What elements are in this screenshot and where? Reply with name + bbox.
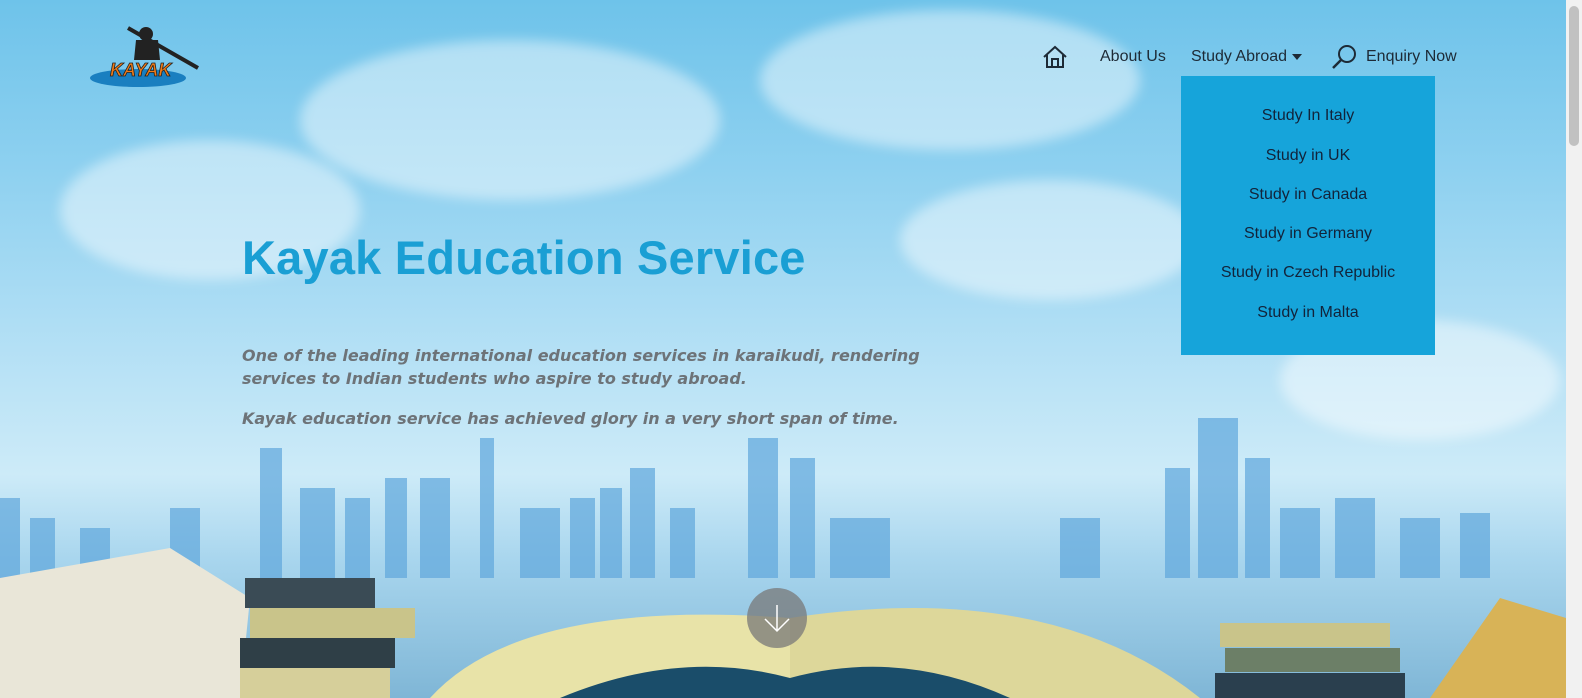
dropdown-item-malta[interactable]: Study in Malta <box>1181 304 1435 322</box>
study-abroad-dropdown: Study In Italy Study in UK Study in Cana… <box>1181 76 1435 355</box>
cloud <box>760 10 1140 150</box>
scrollbar-thumb[interactable] <box>1569 6 1579 146</box>
dropdown-item-germany[interactable]: Study in Germany <box>1181 225 1435 243</box>
scroll-down-button[interactable] <box>747 588 807 648</box>
nav-enquiry-label: Enquiry Now <box>1366 48 1457 65</box>
dropdown-item-uk[interactable]: Study in UK <box>1181 147 1435 165</box>
nav-study-abroad[interactable]: Study Abroad <box>1191 44 1303 70</box>
nav-enquiry-now[interactable]: Enquiry Now <box>1330 44 1457 70</box>
magnifier-icon <box>1332 45 1356 69</box>
nav-about-us[interactable]: About Us <box>1100 44 1166 70</box>
caret-down-icon <box>1292 54 1303 60</box>
page-scrollbar[interactable] <box>1566 0 1582 698</box>
cloud <box>900 180 1200 300</box>
home-link[interactable] <box>1042 44 1072 70</box>
logo-text: KAYAK <box>110 60 173 80</box>
dropdown-item-czech-republic[interactable]: Study in Czech Republic <box>1181 264 1435 282</box>
hero-paragraph-1: One of the leading international educati… <box>242 346 920 388</box>
arrow-down-icon <box>764 605 790 633</box>
dropdown-item-canada[interactable]: Study in Canada <box>1181 186 1435 204</box>
nav-study-abroad-label: Study Abroad <box>1191 48 1288 65</box>
cloud <box>300 40 720 200</box>
kayak-logo[interactable]: KAYAK <box>88 20 208 90</box>
hero-paragraph-2: Kayak education service has achieved glo… <box>242 409 899 428</box>
home-icon <box>1043 45 1067 68</box>
page-title: Kayak Education Service <box>242 231 806 284</box>
dropdown-item-italy[interactable]: Study In Italy <box>1181 107 1435 125</box>
